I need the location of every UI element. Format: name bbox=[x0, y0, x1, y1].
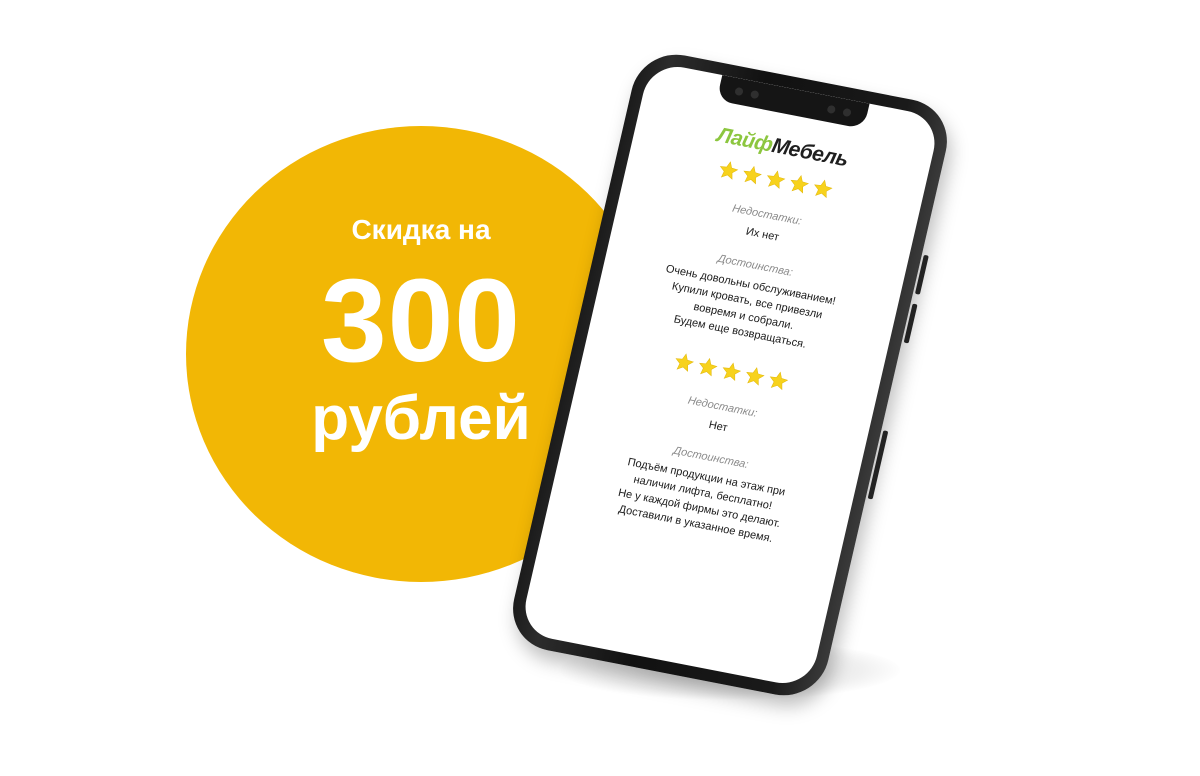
star-icon bbox=[766, 170, 785, 189]
sensor-dot bbox=[749, 89, 760, 100]
notch bbox=[716, 75, 870, 129]
star-icon bbox=[722, 362, 741, 381]
star-icon bbox=[742, 165, 762, 185]
power-button bbox=[867, 430, 889, 500]
volume-down-button bbox=[903, 303, 918, 344]
promo-banner: Скидка на 300 рублей ЛайфМебель Недостат… bbox=[0, 0, 1200, 776]
phone-frame: ЛайфМебель Недостатки: Их нет Достоинства:… bbox=[504, 47, 956, 703]
star-icon bbox=[745, 366, 765, 386]
star-icon bbox=[719, 161, 738, 180]
logo-part-b: Мебель bbox=[769, 134, 851, 172]
star-icon bbox=[813, 179, 833, 198]
camera-dot bbox=[734, 86, 744, 97]
star-icon bbox=[698, 357, 718, 377]
reviews-screen: ЛайфМебель Недостатки: Их нет Достоинства:… bbox=[544, 108, 930, 578]
sensor-dot bbox=[826, 104, 837, 115]
volume-up-button bbox=[914, 254, 929, 295]
discount-caption: Скидка на bbox=[351, 214, 491, 245]
review-card: Недостатки: Нет Достоинства: Подъём продукц… bbox=[548, 333, 878, 560]
star-icon bbox=[675, 353, 694, 372]
phone-screen: ЛайфМебель Недостатки: Их нет Достоинства:… bbox=[518, 61, 942, 689]
star-icon bbox=[790, 174, 809, 194]
star-icon bbox=[769, 371, 788, 391]
reviews-list: Недостатки: Их нет Достоинства: Очень довол… bbox=[548, 141, 922, 560]
camera-dot bbox=[842, 107, 852, 118]
logo-part-a: Лайф bbox=[714, 123, 775, 157]
